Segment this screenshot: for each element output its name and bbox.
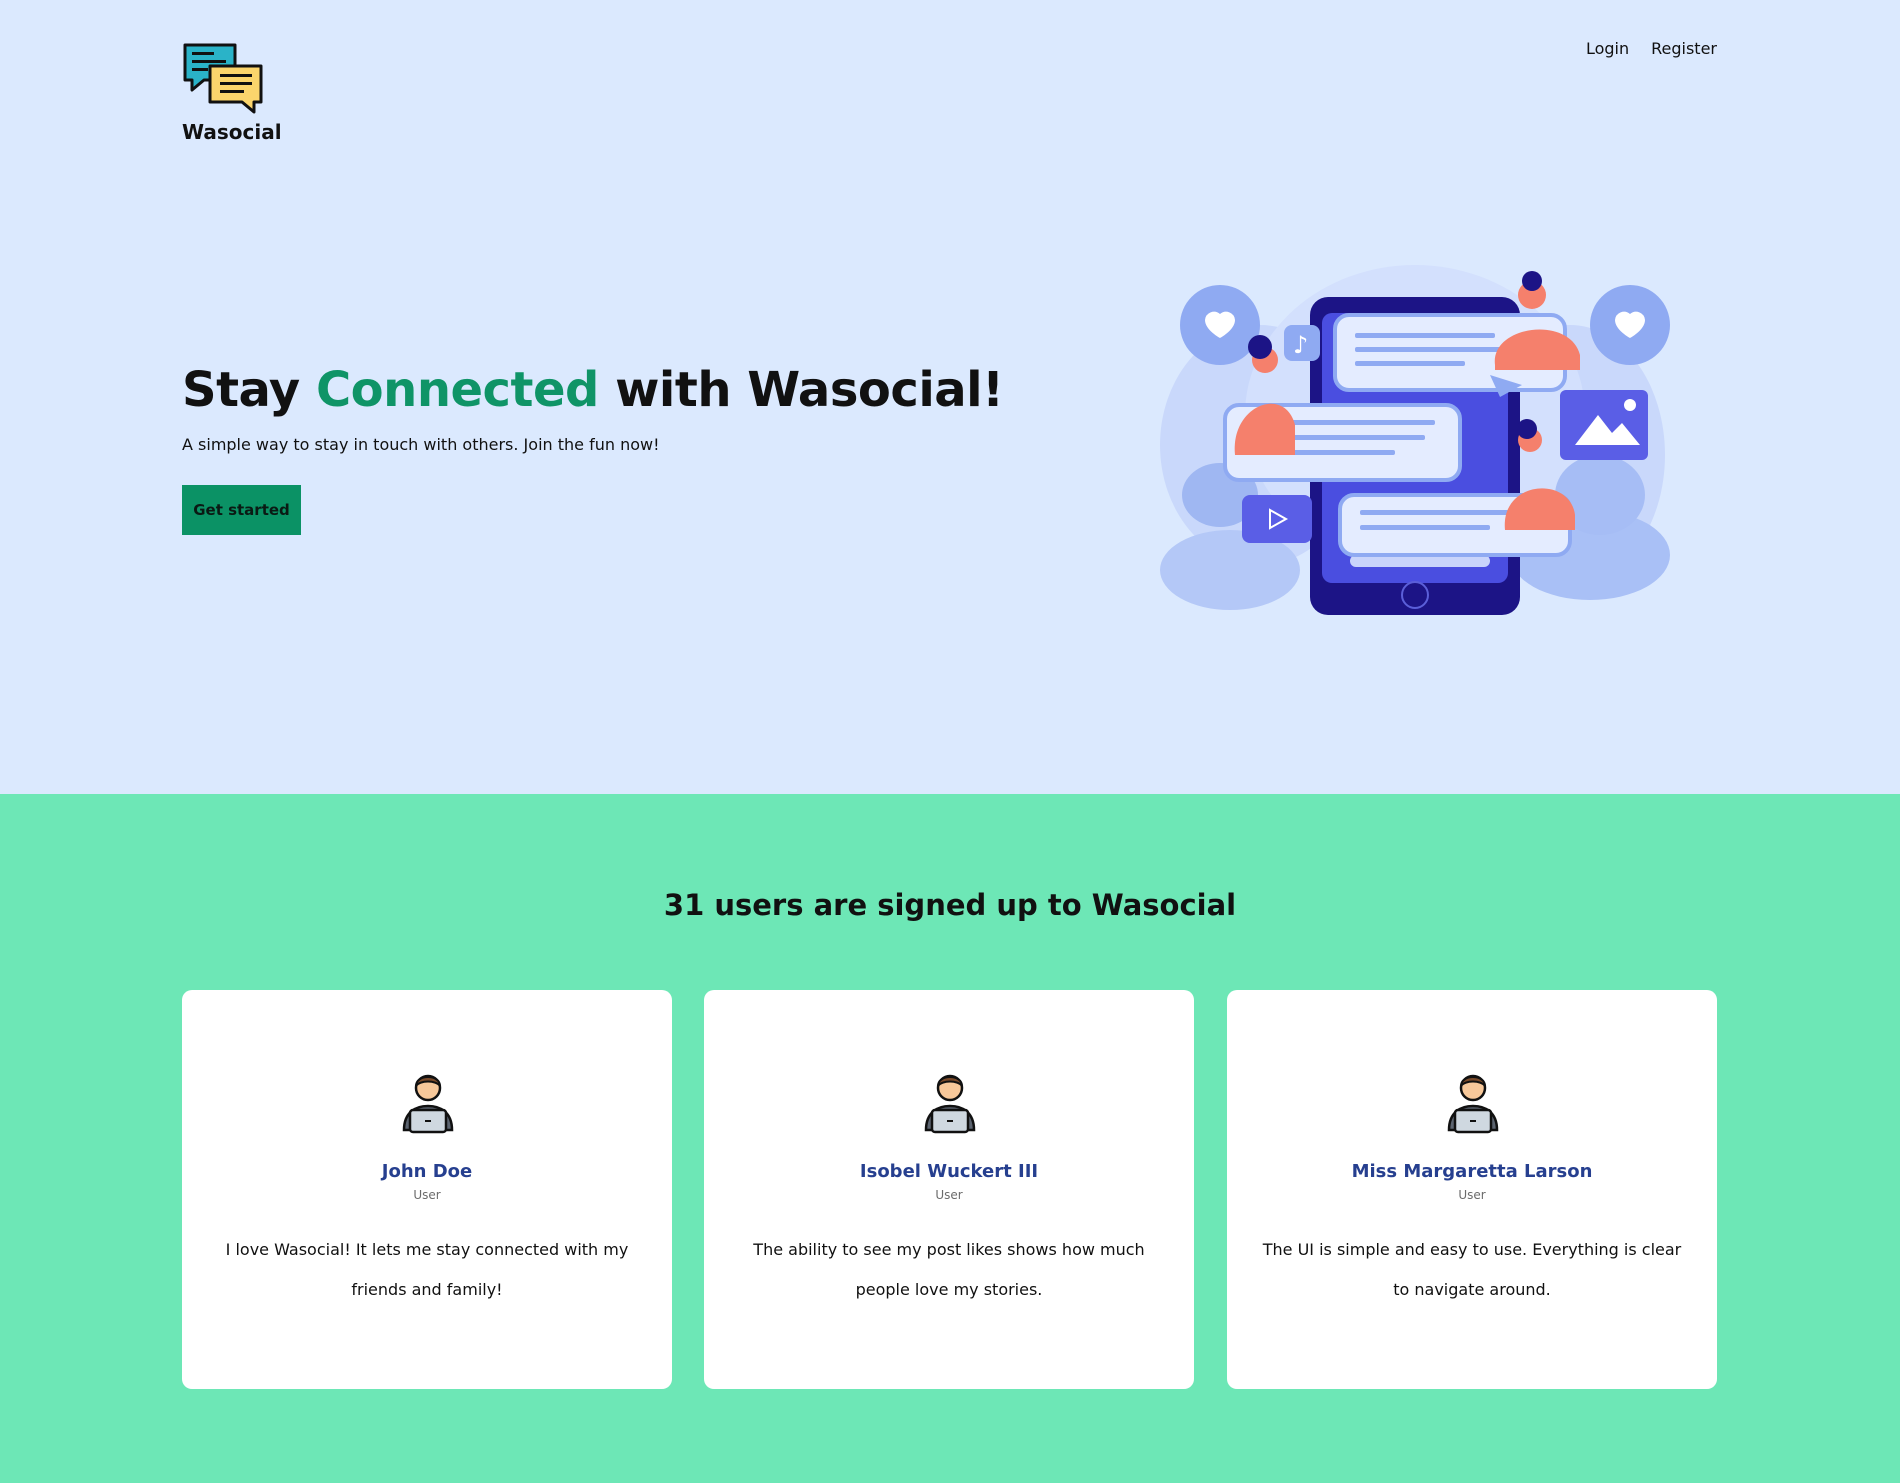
brand-name: Wasocial [182,120,282,144]
chat-bubbles-icon [183,43,263,114]
hero-section: Wasocial Login Register Stay Connected w… [0,0,1900,794]
hero-title: Stay Connected with Wasocial! [182,362,1004,418]
top-nav: Login Register [1586,39,1717,58]
hero-subtitle: A simple way to stay in touch with other… [182,435,660,454]
card-user-name: Isobel Wuckert III [859,1161,1039,1182]
testimonial-card: John Doe User I love Wasocial! It lets m… [182,990,672,1389]
hero-title-end: with Wasocial! [598,362,1004,418]
card-quote: I love Wasocial! It lets me stay connect… [225,1240,629,1299]
brand[interactable]: Wasocial [182,42,292,144]
card-user-role: User [935,1188,963,1202]
svg-text:♪: ♪ [1293,331,1308,359]
card-quote: The ability to see my post likes shows h… [753,1240,1145,1299]
get-started-button[interactable]: Get started [182,485,301,535]
card-quote: The UI is simple and easy to use. Everyt… [1262,1240,1682,1299]
user-laptop-icon [402,1074,454,1134]
user-laptop-icon [924,1074,976,1134]
hero-title-accent: Connected [315,362,599,418]
testimonial-card: Isobel Wuckert III User The ability to s… [704,990,1194,1389]
social-chat-illustration: ♪ [1160,265,1670,615]
card-user-name: Miss Margaretta Larson [1351,1161,1593,1182]
user-laptop-icon [1447,1074,1499,1134]
card-user-name: John Doe [381,1161,473,1182]
testimonial-card: Miss Margaretta Larson User The UI is si… [1227,990,1717,1389]
users-count-heading: 31 users are signed up to Wasocial [663,888,1237,922]
login-link[interactable]: Login [1586,39,1629,58]
card-user-role: User [1458,1188,1486,1202]
register-link[interactable]: Register [1651,39,1717,58]
hero-title-start: Stay [182,362,316,418]
card-user-role: User [413,1188,441,1202]
